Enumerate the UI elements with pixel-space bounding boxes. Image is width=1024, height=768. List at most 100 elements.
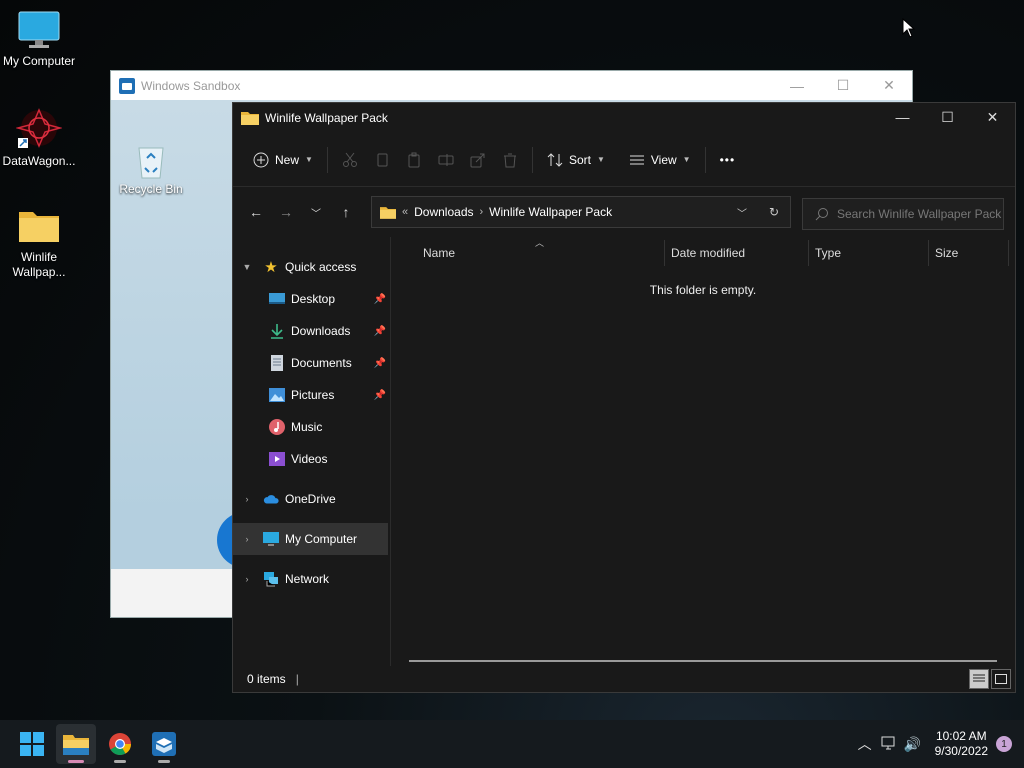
sandbox-recycle-bin[interactable]: Recycle Bin bbox=[119, 140, 183, 196]
arrow-right-icon: → bbox=[279, 204, 293, 220]
forward-button[interactable]: → bbox=[271, 197, 301, 227]
chevron-down-icon[interactable]: ▼ bbox=[241, 262, 253, 272]
network-status-icon[interactable] bbox=[877, 736, 901, 753]
address-history-button[interactable]: ﹀ bbox=[726, 205, 758, 220]
back-button[interactable]: ← bbox=[241, 197, 271, 227]
maximize-button[interactable]: ☐ bbox=[925, 103, 970, 131]
breadcrumb-current[interactable]: Winlife Wallpaper Pack bbox=[489, 205, 612, 219]
recent-locations-button[interactable]: ﹀ bbox=[301, 197, 331, 227]
trash-icon bbox=[503, 153, 516, 167]
taskbar-file-explorer[interactable] bbox=[56, 724, 96, 764]
running-indicator bbox=[114, 760, 126, 763]
notification-badge[interactable]: 1 bbox=[996, 736, 1012, 752]
paste-button[interactable] bbox=[398, 144, 430, 176]
column-header-name[interactable]: Name ︿ bbox=[391, 238, 665, 266]
horizontal-scrollbar[interactable] bbox=[409, 660, 997, 662]
nav-quick-access[interactable]: ▼ ★ Quick access bbox=[233, 251, 390, 283]
breadcrumb-downloads[interactable]: Downloads bbox=[414, 205, 473, 219]
sandbox-icon bbox=[119, 77, 135, 94]
sandbox-maximize-button[interactable]: ☐ bbox=[820, 71, 866, 100]
new-button[interactable]: New ▼ bbox=[245, 144, 321, 176]
sort-ascending-icon: ︿ bbox=[535, 238, 545, 248]
address-bar[interactable]: « Downloads › Winlife Wallpaper Pack ﹀ ↻ bbox=[371, 196, 791, 228]
pin-icon: 📌 bbox=[373, 357, 386, 369]
column-label: Size bbox=[935, 246, 959, 260]
sort-button[interactable]: Sort ▼ bbox=[539, 144, 613, 176]
taskbar-windows-sandbox[interactable] bbox=[144, 724, 184, 764]
more-options-button[interactable]: ••• bbox=[712, 144, 744, 176]
overflow-crumb-icon[interactable]: « bbox=[402, 206, 408, 218]
recycle-bin-icon bbox=[138, 147, 164, 179]
chrome-icon bbox=[109, 733, 131, 755]
rename-button[interactable] bbox=[430, 144, 462, 176]
document-icon bbox=[269, 355, 285, 371]
nav-item-pictures[interactable]: Pictures 📌 bbox=[233, 379, 390, 411]
nav-item-desktop[interactable]: Desktop 📌 bbox=[233, 283, 390, 315]
navigation-pane: ▼ ★ Quick access Desktop 📌 Downloads 📌 D… bbox=[233, 237, 391, 666]
sandbox-titlebar[interactable]: Windows Sandbox — ☐ ✕ bbox=[111, 71, 912, 100]
sort-arrows-icon bbox=[547, 152, 563, 167]
desktop-icon-datawagon[interactable]: DataWagon... bbox=[1, 106, 77, 169]
monitor-icon bbox=[263, 531, 279, 547]
chevron-right-icon[interactable]: › bbox=[241, 494, 253, 504]
sandbox-minimize-button[interactable]: — bbox=[774, 71, 820, 100]
file-explorer-icon bbox=[63, 735, 89, 755]
clock-time: 10:02 AM bbox=[935, 729, 987, 743]
clock[interactable]: 10:02 AM 9/30/2022 bbox=[935, 729, 988, 759]
column-header-date-modified[interactable]: Date modified bbox=[665, 240, 809, 266]
column-label: Date modified bbox=[671, 246, 746, 260]
copy-button[interactable] bbox=[366, 144, 398, 176]
clock-date: 9/30/2022 bbox=[934, 744, 988, 758]
column-header-type[interactable]: Type bbox=[809, 240, 929, 266]
taskbar: ︿ 🔊 10:02 AM 9/30/2022 1 bbox=[0, 720, 1024, 768]
nav-label: Pictures bbox=[291, 388, 335, 402]
view-button[interactable]: View ▼ bbox=[621, 144, 699, 176]
volume-icon[interactable]: 🔊 bbox=[901, 736, 925, 753]
close-button[interactable]: ✕ bbox=[970, 103, 1015, 131]
delete-button[interactable] bbox=[494, 144, 526, 176]
column-header-size[interactable]: Size bbox=[929, 240, 1009, 266]
video-icon bbox=[269, 451, 285, 467]
chevron-right-icon[interactable]: › bbox=[241, 534, 253, 544]
cut-button[interactable] bbox=[334, 144, 366, 176]
new-label: New bbox=[275, 152, 300, 167]
arrow-up-icon: ↑ bbox=[342, 204, 350, 220]
taskbar-chrome[interactable] bbox=[100, 724, 140, 764]
show-hidden-icons-button[interactable]: ︿ bbox=[853, 734, 877, 754]
sandbox-close-button[interactable]: ✕ bbox=[866, 71, 912, 100]
details-view-icon bbox=[973, 674, 985, 682]
nav-item-documents[interactable]: Documents 📌 bbox=[233, 347, 390, 379]
search-input[interactable]: Search Winlife Wallpaper Pack bbox=[802, 198, 1004, 230]
file-list[interactable]: Name ︿ Date modified Type Size This fold… bbox=[391, 237, 1015, 666]
desktop-icon-winlife-folder[interactable]: Winlife Wallpap... bbox=[1, 206, 77, 280]
nav-label: Downloads bbox=[291, 324, 351, 338]
command-bar: New ▼ Sort ▼ View ▼ ••• bbox=[233, 133, 1015, 187]
chevron-right-icon[interactable]: › bbox=[241, 574, 253, 584]
minimize-button[interactable]: — bbox=[880, 103, 925, 131]
large-icons-view-button[interactable] bbox=[991, 669, 1011, 689]
mouse-cursor-icon bbox=[902, 18, 916, 38]
details-view-button[interactable] bbox=[969, 669, 989, 689]
nav-label: My Computer bbox=[285, 532, 358, 546]
cloud-icon bbox=[263, 491, 279, 507]
nav-network[interactable]: › Network bbox=[233, 563, 390, 595]
file-explorer-window[interactable]: Winlife Wallpaper Pack — ☐ ✕ New ▼ Sort … bbox=[232, 102, 1016, 693]
clipboard-icon bbox=[408, 152, 420, 167]
explorer-titlebar[interactable]: Winlife Wallpaper Pack — ☐ ✕ bbox=[233, 103, 1015, 133]
windows-logo-icon bbox=[20, 732, 44, 756]
more-icon: ••• bbox=[719, 152, 736, 167]
share-button[interactable] bbox=[462, 144, 494, 176]
nav-my-computer[interactable]: › My Computer bbox=[233, 523, 388, 555]
up-button[interactable]: ↑ bbox=[331, 197, 361, 227]
nav-label: Videos bbox=[291, 452, 328, 466]
nav-item-downloads[interactable]: Downloads 📌 bbox=[233, 315, 390, 347]
desktop-icon-my-computer[interactable]: My Computer bbox=[1, 10, 77, 69]
nav-item-music[interactable]: Music bbox=[233, 411, 390, 443]
search-icon bbox=[815, 208, 828, 221]
toolbar-divider bbox=[531, 146, 533, 173]
plus-circle-icon bbox=[253, 152, 269, 167]
nav-item-videos[interactable]: Videos bbox=[233, 443, 390, 475]
nav-onedrive[interactable]: › OneDrive bbox=[233, 483, 390, 515]
start-button[interactable] bbox=[12, 724, 52, 764]
refresh-button[interactable]: ↻ bbox=[758, 205, 790, 219]
